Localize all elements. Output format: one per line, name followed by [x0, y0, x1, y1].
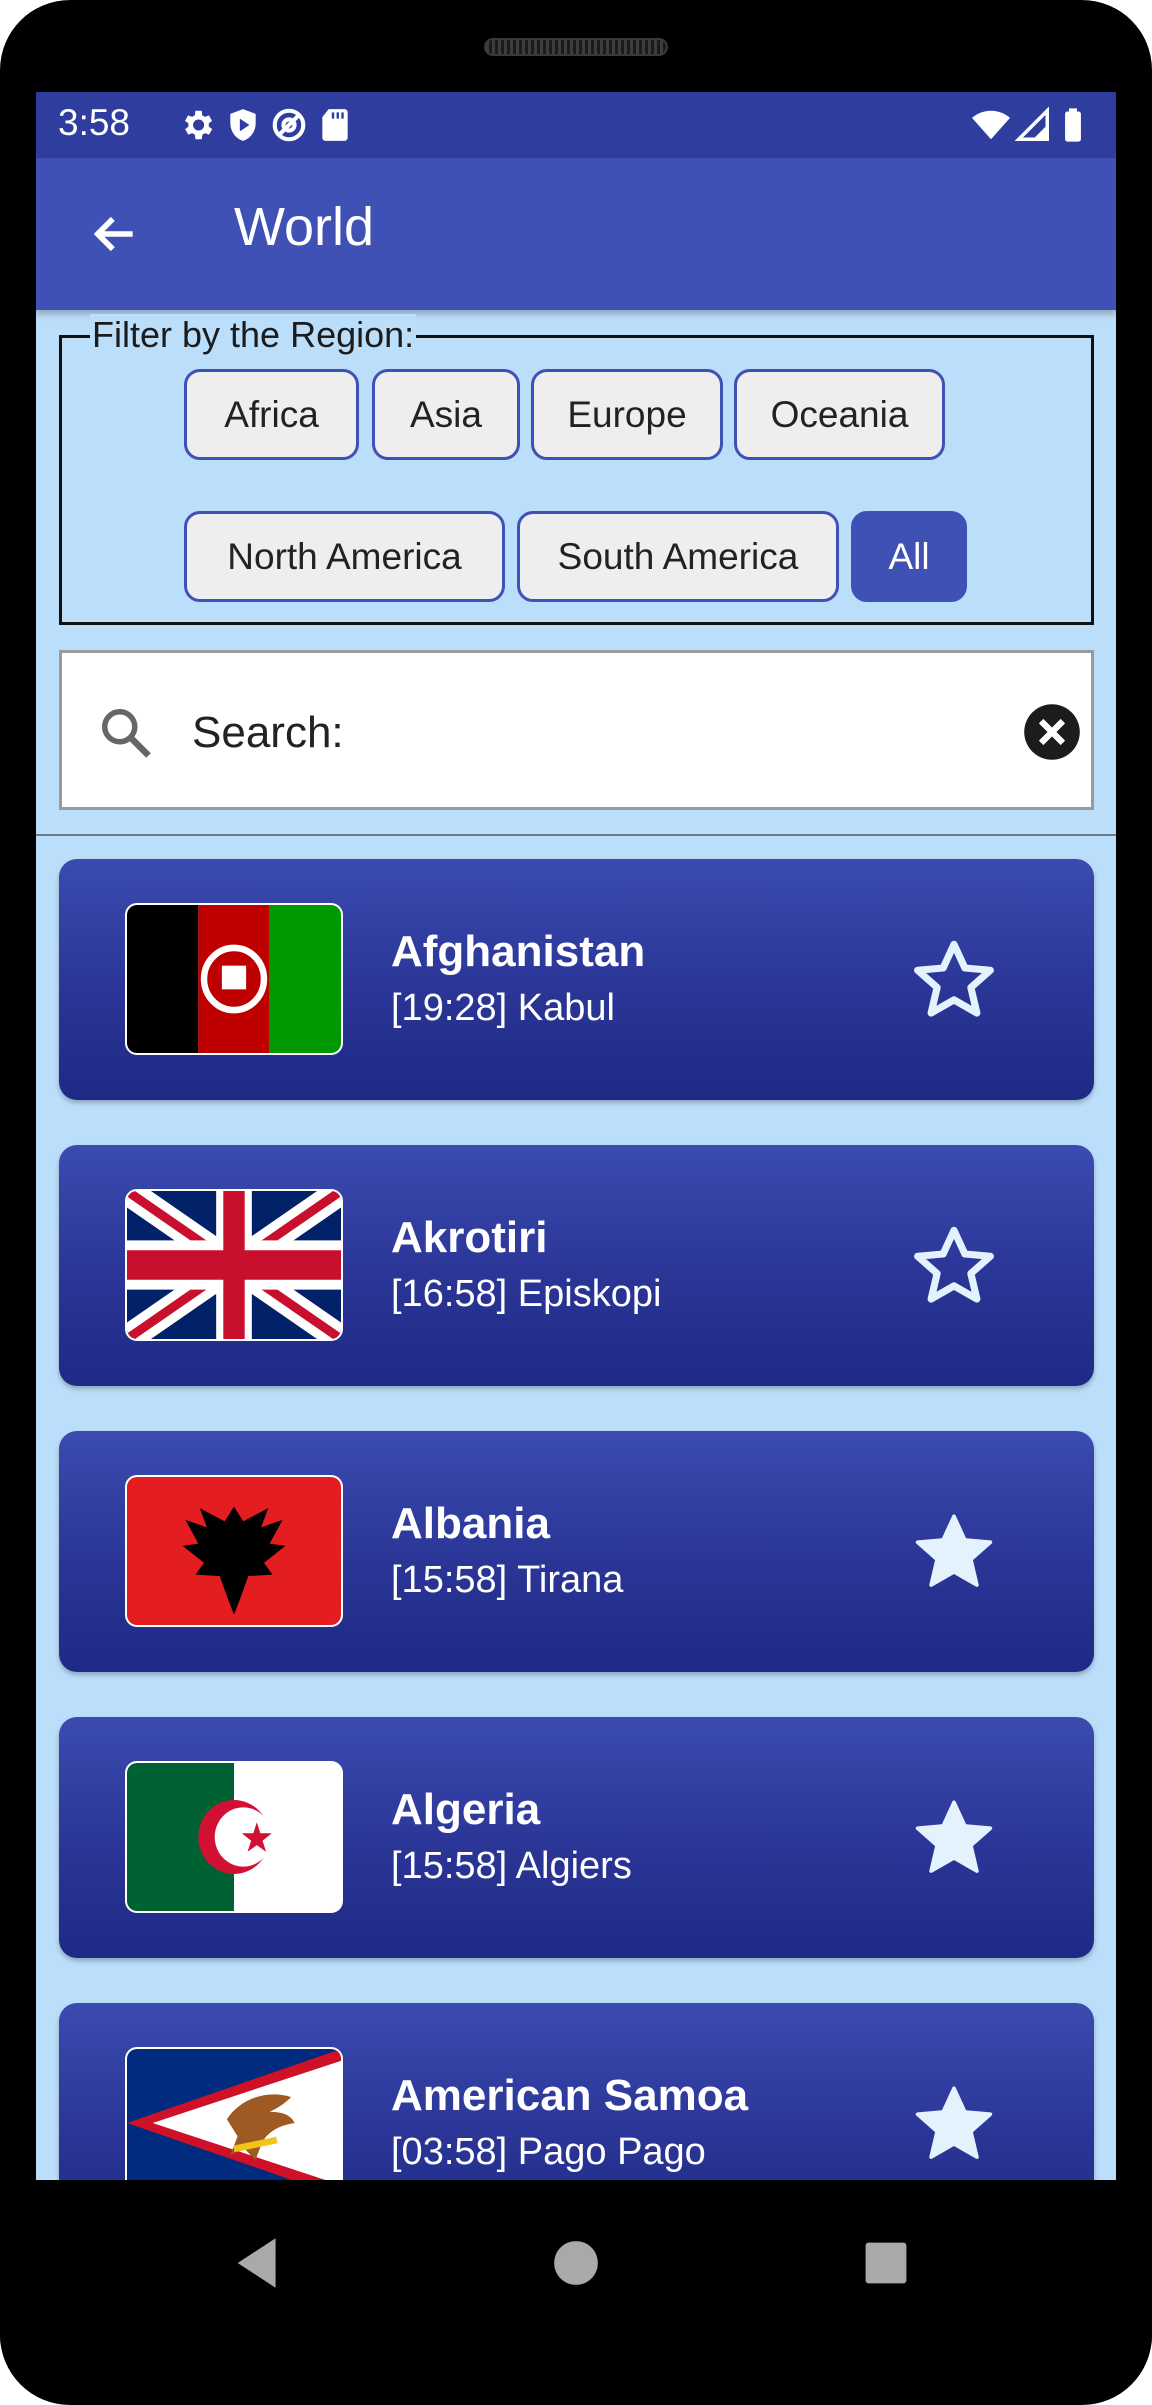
flag-american-samoa-icon	[125, 2047, 343, 2180]
shield-play-icon	[230, 109, 256, 141]
country-name: Afghanistan	[391, 927, 646, 976]
country-local-time: [15:58] Algiers	[391, 1845, 632, 1887]
country-local-time: [19:28] Kabul	[391, 987, 615, 1029]
star-outline-icon[interactable]	[909, 935, 999, 1025]
status-time: 3:58	[58, 102, 131, 143]
country-card-afghanistan[interactable]: Afghanistan [19:28] Kabul	[59, 859, 1094, 1100]
signal-icon	[1014, 106, 1049, 141]
star-filled-icon[interactable]	[909, 2079, 999, 2169]
gear-icon	[184, 110, 213, 140]
sd-card-icon	[322, 109, 348, 141]
phone-frame: 3:58 World Filter by the Region: Africa …	[0, 0, 1152, 2405]
country-name: Albania	[391, 1499, 550, 1548]
chip-europe[interactable]: Europe	[531, 369, 723, 460]
star-filled-icon[interactable]	[909, 1507, 999, 1597]
search-icon	[102, 709, 151, 758]
country-card-american-samoa[interactable]: American Samoa [03:58] Pago Pago	[59, 2003, 1094, 2180]
nav-back-icon[interactable]	[226, 2228, 296, 2298]
country-local-time: [03:58] Pago Pago	[391, 2131, 706, 2173]
app-screen: 3:58 World Filter by the Region: Africa …	[36, 92, 1116, 2180]
arrow-left-icon[interactable]	[86, 206, 142, 262]
country-card-algeria[interactable]: Algeria [15:58] Algiers	[59, 1717, 1094, 1958]
country-name: American Samoa	[391, 2071, 749, 2120]
chip-all[interactable]: All	[851, 511, 967, 602]
country-card-albania[interactable]: Albania [15:58] Tirana	[59, 1431, 1094, 1672]
chip-asia[interactable]: Asia	[372, 369, 520, 460]
flag-united-kingdom-icon	[125, 1189, 343, 1341]
chip-africa[interactable]: Africa	[184, 369, 359, 460]
search-bar	[59, 650, 1094, 810]
flag-albania-icon	[125, 1475, 343, 1627]
clear-search-icon[interactable]	[1023, 703, 1081, 761]
star-filled-icon[interactable]	[909, 1793, 999, 1883]
app-bar: World	[36, 158, 1116, 310]
chip-south-america[interactable]: South America	[517, 511, 839, 602]
speaker-grille	[484, 38, 668, 56]
country-local-time: [16:58] Episkopi	[391, 1273, 662, 1315]
wifi-icon	[972, 110, 1010, 140]
chip-oceania[interactable]: Oceania	[734, 369, 945, 460]
system-navigation-bar	[0, 2180, 1152, 2345]
at-sign-icon	[272, 108, 306, 142]
status-bar: 3:58	[36, 92, 1116, 158]
country-local-time: [15:58] Tirana	[391, 1559, 624, 1601]
battery-icon	[1065, 108, 1081, 142]
page-title: World	[234, 197, 375, 257]
region-filter-legend: Filter by the Region:	[90, 314, 417, 356]
country-card-akrotiri[interactable]: Akrotiri [16:58] Episkopi	[59, 1145, 1094, 1386]
country-name: Akrotiri	[391, 1213, 548, 1262]
search-input[interactable]	[192, 703, 962, 763]
flag-afghanistan-icon	[125, 903, 343, 1055]
nav-recents-icon[interactable]	[851, 2228, 921, 2298]
nav-home-icon[interactable]	[541, 2228, 611, 2298]
chip-north-america[interactable]: North America	[184, 511, 505, 602]
list-divider	[36, 834, 1116, 836]
star-outline-icon[interactable]	[909, 1221, 999, 1311]
flag-algeria-icon	[125, 1761, 343, 1913]
country-name: Algeria	[391, 1785, 541, 1834]
